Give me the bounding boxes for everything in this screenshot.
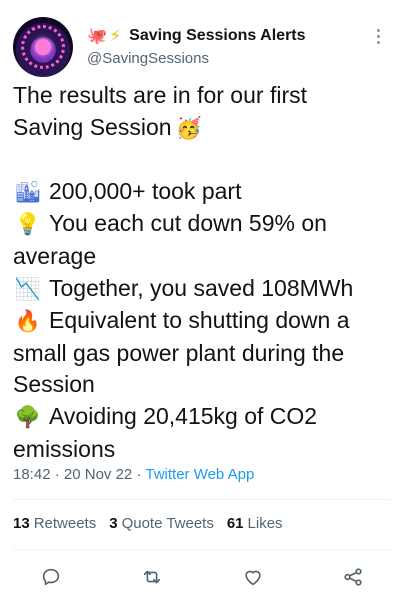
tweet-line: 🔥 Equivalent to shutting down a: [13, 305, 393, 338]
engagement-stats: 13 Retweets 3 Quote Tweets 61 Likes: [13, 515, 283, 532]
tweet-card: 🐙 ⚡ Saving Sessions Alerts @SavingSessio…: [0, 0, 403, 600]
meta-separator: ·: [54, 466, 64, 483]
retweets-count: 13: [13, 515, 30, 532]
quote-tweets-count: 3: [109, 515, 118, 532]
avatar-flower-core: [35, 39, 51, 55]
like-icon[interactable]: [240, 564, 266, 590]
retweet-icon[interactable]: [139, 564, 165, 590]
tweet-line: 📉 Together, you saved 108MWh: [13, 273, 393, 306]
tree-emoji-icon: 🌳: [14, 404, 42, 429]
likes-count: 61: [226, 515, 244, 532]
chart-decreasing-emoji-icon: 📉: [14, 276, 42, 301]
tweet-actions: [0, 560, 403, 594]
fire-emoji-icon: 🔥: [14, 309, 42, 334]
tweet-line: small gas power plant during the: [13, 339, 345, 366]
tweet-line: Session: [13, 371, 95, 398]
avatar[interactable]: [13, 17, 73, 77]
author-names: 🐙 ⚡ Saving Sessions Alerts @SavingSessio…: [87, 24, 306, 67]
tweet-date[interactable]: 20 Nov 22: [64, 466, 132, 483]
tweet-time[interactable]: 18:42: [13, 466, 51, 483]
retweets-stat[interactable]: 13 Retweets: [13, 515, 96, 532]
display-name[interactable]: Saving Sessions Alerts: [129, 27, 305, 45]
tweet-line: average: [13, 242, 97, 269]
more-options-icon[interactable]: [369, 24, 387, 48]
tweet-line: The results are in for our first: [13, 82, 307, 108]
divider: [13, 499, 390, 500]
octopus-emoji-icon: 🐙: [87, 26, 107, 45]
retweets-label: Retweets: [33, 515, 97, 532]
divider: [13, 549, 390, 550]
tweet-line: Saving Session 🥳: [13, 113, 202, 140]
tweet-text: The results are in for our first Saving …: [13, 80, 393, 465]
party-face-emoji-icon: 🥳: [175, 115, 202, 140]
user-handle[interactable]: @SavingSessions: [87, 50, 306, 67]
tweet-line: 🏙 200,000+ took part: [13, 176, 393, 209]
light-bulb-emoji-icon: 💡: [14, 212, 42, 237]
display-name-row[interactable]: 🐙 ⚡ Saving Sessions Alerts: [87, 24, 306, 48]
tweet-line: 💡 You each cut down 59% on: [13, 208, 393, 241]
tweet-line: 🌳 Avoiding 20,415kg of CO2: [13, 401, 393, 434]
cityscape-emoji-icon: 🏙: [14, 179, 42, 204]
tweet-line: emissions: [13, 435, 116, 462]
tweet-header: 🐙 ⚡ Saving Sessions Alerts @SavingSessio…: [13, 14, 393, 78]
share-icon[interactable]: [340, 564, 366, 590]
quote-tweets-stat[interactable]: 3 Quote Tweets: [109, 515, 214, 532]
tweet-metadata: 18:42 · 20 Nov 22 · Twitter Web App: [13, 466, 254, 483]
lightning-emoji-icon: ⚡: [109, 26, 122, 45]
reply-icon[interactable]: [38, 564, 64, 590]
tweet-source-link[interactable]: Twitter Web App: [145, 466, 254, 483]
likes-label: Likes: [247, 515, 283, 532]
likes-stat[interactable]: 61 Likes: [227, 515, 283, 532]
quote-tweets-label: Quote Tweets: [121, 515, 214, 532]
